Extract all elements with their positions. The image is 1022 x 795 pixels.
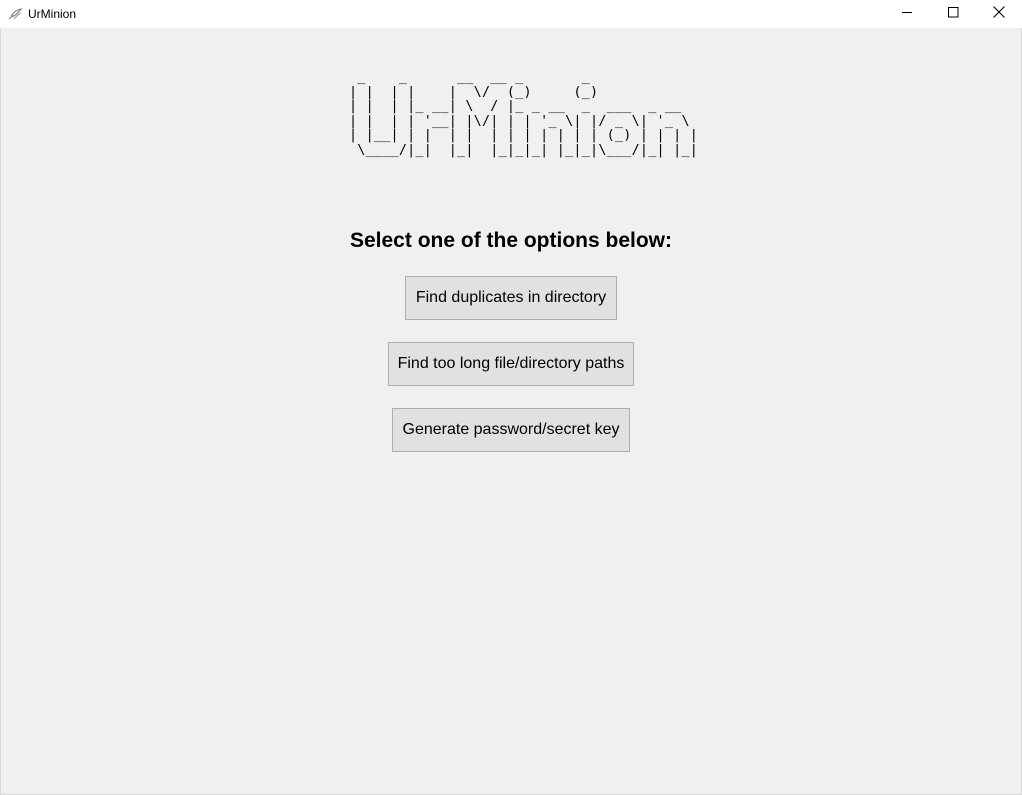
close-icon [993, 5, 1005, 23]
feather-icon [7, 6, 23, 22]
minimize-button[interactable] [884, 0, 930, 28]
find-long-paths-button[interactable]: Find too long file/directory paths [388, 342, 634, 386]
minimize-icon [901, 5, 913, 23]
close-button[interactable] [976, 0, 1022, 28]
ascii-logo: _ _ __ __ _ _ | | | | | \/ (_) (_) | | |… [349, 70, 699, 158]
window-controls [884, 0, 1022, 28]
window-title: UrMinion [28, 7, 77, 21]
generate-password-button[interactable]: Generate password/secret key [392, 408, 630, 452]
window-border-left [0, 28, 1, 795]
find-duplicates-button[interactable]: Find duplicates in directory [405, 276, 617, 320]
title-bar[interactable]: UrMinion [0, 0, 1022, 28]
options-heading: Select one of the options below: [349, 229, 672, 252]
maximize-button[interactable] [930, 0, 976, 28]
maximize-icon [947, 5, 959, 23]
